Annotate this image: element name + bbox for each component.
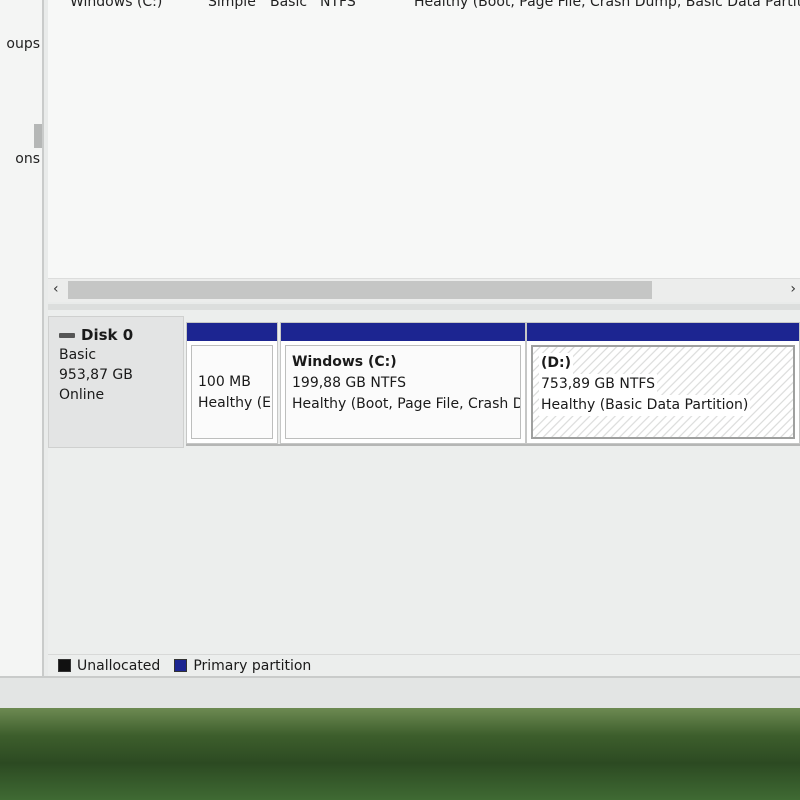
disk-divider (186, 444, 800, 446)
nav-selection-marker (34, 124, 42, 148)
partition-bar (187, 323, 277, 341)
volume-row[interactable]: Windows (C:) Simple Basic NTFS Healthy (… (48, 0, 800, 12)
partition-body: (D:) 753,89 GB NTFS Healthy (Basic Data … (531, 345, 795, 439)
disk-icon (59, 332, 75, 338)
volume-list: Windows (C:) Simple Basic NTFS Healthy (… (48, 0, 800, 280)
partition-c[interactable]: Windows (C:) 199,88 GB NTFS Healthy (Boo… (280, 322, 526, 444)
partition-body: Windows (C:) 199,88 GB NTFS Healthy (Boo… (285, 345, 521, 439)
partition-size: 100 MB (198, 374, 251, 390)
nav-item-options[interactable]: ons (15, 151, 40, 167)
legend: Unallocated Primary partition (48, 654, 800, 676)
navigation-pane: oups ons (0, 0, 44, 676)
scroll-left-icon[interactable]: ‹ (53, 281, 59, 297)
primary-partition-swatch (174, 659, 188, 672)
partition-name: (D:) (539, 353, 574, 374)
disk-size: 953,87 GB (59, 367, 133, 383)
nav-item-groups[interactable]: oups (6, 36, 40, 52)
partition-size: 199,88 GB NTFS (292, 375, 407, 391)
partition-status: Healthy (Boot, Page File, Crash Du (292, 396, 521, 412)
legend-primary: Primary partition (193, 657, 312, 674)
disk-title: Disk 0 (59, 325, 173, 345)
partition-status: Healthy (EFI (198, 395, 272, 411)
unallocated-swatch (58, 659, 71, 672)
volume-layout: Simple (208, 0, 256, 10)
scrollbar-thumb[interactable] (68, 281, 652, 299)
partition-d[interactable]: (D:) 753,89 GB NTFS Healthy (Basic Data … (526, 322, 800, 444)
scroll-right-icon[interactable]: › (790, 281, 796, 297)
legend-unallocated: Unallocated (77, 657, 161, 674)
disk-name: Disk 0 (81, 326, 134, 344)
volume-status: Healthy (Boot, Page File, Crash Dump, Ba… (414, 0, 800, 10)
partition-bar (527, 323, 799, 341)
partition-bar (281, 323, 525, 341)
partition-body: 100 MB Healthy (EFI (191, 345, 273, 439)
disk-type: Basic (59, 347, 97, 363)
disk-label[interactable]: Disk 0 Basic 953,87 GB Online (48, 316, 184, 448)
horizontal-scrollbar[interactable]: ‹ › (48, 278, 800, 302)
volume-name: Windows (C:) (70, 0, 163, 10)
desktop-background (0, 708, 800, 800)
partition-efi[interactable]: 100 MB Healthy (EFI (186, 322, 278, 444)
disk-state: Online (59, 387, 105, 403)
partition-name: Windows (C:) (292, 354, 397, 370)
disk-map: Disk 0 Basic 953,87 GB Online 100 MB Hea… (48, 310, 800, 654)
volume-fs: NTFS (320, 0, 356, 10)
partition-status: Healthy (Basic Data Partition) (539, 395, 751, 416)
partition-size: 753,89 GB NTFS (539, 374, 658, 395)
volume-type: Basic (270, 0, 308, 10)
